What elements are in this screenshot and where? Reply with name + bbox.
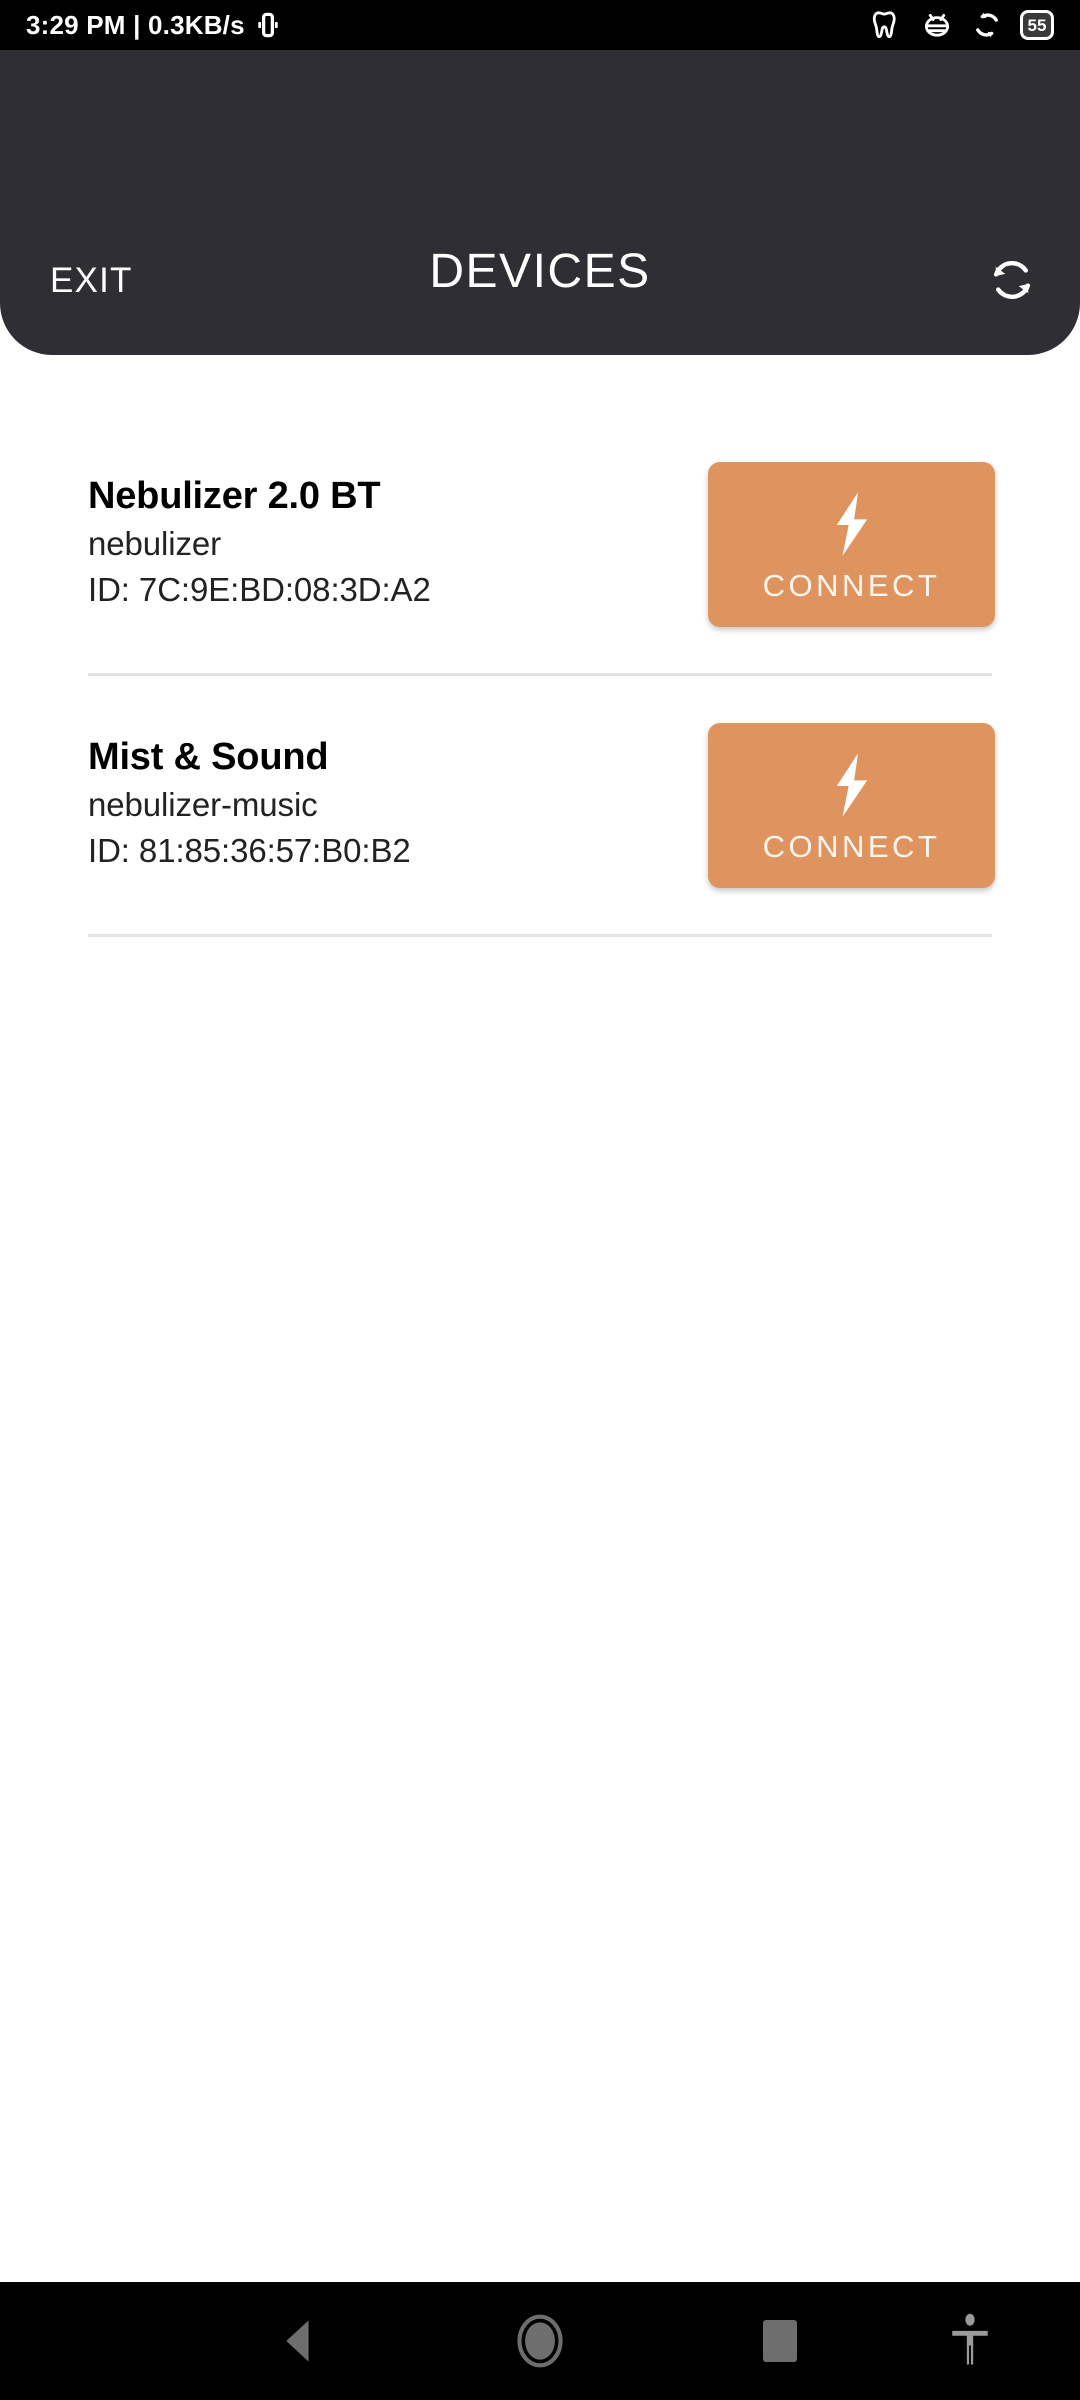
recents-square-icon (763, 2320, 797, 2362)
android-navigation-bar (0, 2282, 1080, 2400)
nav-back-button[interactable] (245, 2282, 355, 2400)
device-id: ID: 7C:9E:BD:08:3D:A2 (88, 570, 431, 608)
connect-button[interactable]: CONNECT (708, 461, 995, 627)
nav-home-button[interactable] (485, 2282, 595, 2400)
sync-icon (976, 12, 998, 38)
notification-count-badge: 55 (1020, 10, 1054, 40)
back-triangle-icon (286, 2320, 309, 2362)
device-id: ID: 81:85:36:57:B0:B2 (88, 831, 411, 869)
tooth-icon (872, 11, 896, 39)
device-type: nebulizer-music (88, 786, 318, 824)
device-name: Nebulizer 2.0 BT (88, 474, 381, 517)
device-list: Nebulizer 2.0 BT nebulizer ID: 7C:9E:BD:… (0, 355, 1080, 937)
nav-accessibility-button[interactable] (915, 2282, 1025, 2400)
phone-screen: 3:29 PM | 0.3KB/s 55 EXIT DEVICES Nebuli… (0, 0, 1080, 2400)
bug-icon (924, 13, 950, 37)
status-time-and-datarate: 3:29 PM | 0.3KB/s (26, 10, 245, 40)
nav-recents-button[interactable] (725, 2282, 835, 2400)
page-title: DEVICES (429, 245, 651, 298)
notification-count-label: 55 (1027, 15, 1047, 35)
connect-button-label: CONNECT (762, 567, 941, 603)
lightning-bolt-icon (836, 752, 867, 817)
status-bar: 3:29 PM | 0.3KB/s 55 (0, 0, 1080, 50)
accessibility-icon (952, 2313, 988, 2365)
device-name: Mist & Sound (88, 735, 329, 778)
device-info: Nebulizer 2.0 BT nebulizer ID: 7C:9E:BD:… (88, 472, 431, 616)
status-bar-right: 55 (870, 8, 1054, 42)
refresh-icon (993, 261, 1031, 299)
connect-button[interactable]: CONNECT (708, 722, 995, 888)
app-bar: EXIT DEVICES (0, 50, 1080, 355)
device-type: nebulizer (88, 525, 222, 563)
vibrate-icon (258, 12, 278, 38)
device-info: Mist & Sound nebulizer-music ID: 81:85:3… (88, 733, 411, 877)
device-row[interactable]: Mist & Sound nebulizer-music ID: 81:85:3… (88, 676, 995, 937)
lightning-bolt-icon (836, 491, 867, 556)
device-row[interactable]: Nebulizer 2.0 BT nebulizer ID: 7C:9E:BD:… (88, 415, 995, 676)
status-bar-left: 3:29 PM | 0.3KB/s (26, 10, 283, 40)
refresh-button[interactable] (980, 248, 1044, 312)
connect-button-label: CONNECT (762, 828, 941, 864)
home-circle-icon (517, 2314, 563, 2368)
